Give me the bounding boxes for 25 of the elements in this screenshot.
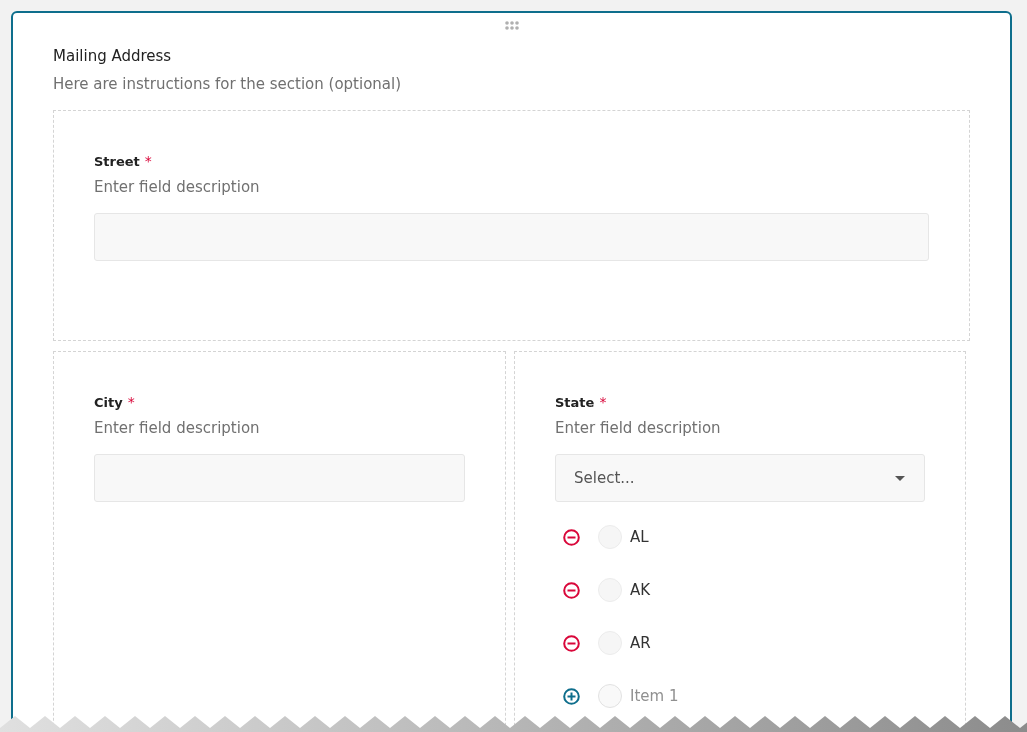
remove-icon[interactable] (563, 581, 580, 599)
input-field[interactable] (94, 454, 465, 502)
required-asterisk: * (127, 394, 135, 410)
field-label: Street (94, 154, 140, 169)
required-asterisk: * (599, 394, 607, 410)
option-label: AL (630, 528, 649, 546)
field-description: Enter field description (94, 178, 261, 196)
select-dropdown[interactable]: Select... (555, 454, 925, 502)
field-label: State (555, 395, 595, 410)
input-field[interactable] (94, 213, 929, 261)
field-description: Enter field description (555, 419, 722, 437)
section-title: Mailing Address (53, 46, 173, 66)
radio-button[interactable] (598, 684, 622, 708)
option-label: AK (630, 581, 651, 599)
add-icon[interactable] (563, 687, 580, 705)
remove-icon[interactable] (563, 528, 580, 546)
option-label: Item 1 (630, 687, 679, 705)
field-description: Enter field description (94, 419, 261, 437)
remove-icon[interactable] (563, 634, 580, 652)
section-instructions: Here are instructions for the section (optional) (53, 74, 403, 94)
drag-handle-icon[interactable] (504, 21, 520, 30)
option-label: AR (630, 634, 651, 652)
required-asterisk: * (144, 153, 152, 169)
caret-icon (895, 475, 905, 481)
field-label: City (94, 395, 123, 410)
